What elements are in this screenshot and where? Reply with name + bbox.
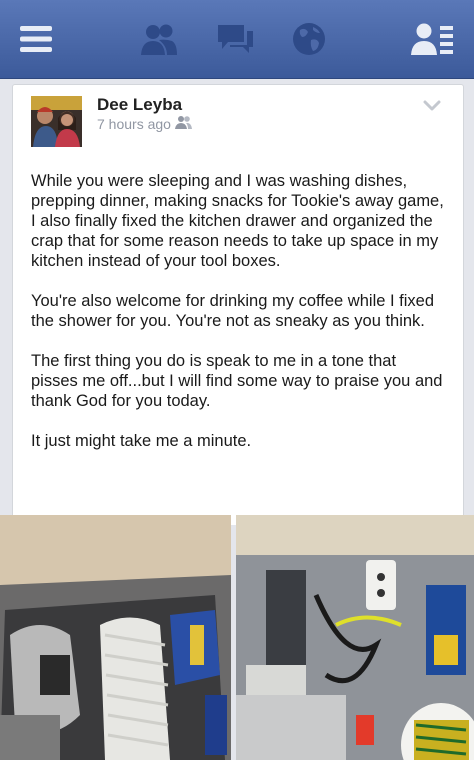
post-paragraph: It just might take me a minute.	[31, 432, 252, 450]
post-card: Dee Leyba 7 hours ago While you were sle…	[12, 84, 464, 525]
contacts-icon[interactable]	[406, 14, 458, 64]
post-photo[interactable]	[236, 515, 474, 760]
hamburger-menu-icon[interactable]	[14, 14, 58, 64]
post-body: While you were sleeping and I was washin…	[31, 171, 445, 471]
globe-icon[interactable]	[286, 14, 332, 64]
messages-icon[interactable]	[210, 14, 260, 64]
author-name[interactable]: Dee Leyba	[97, 95, 182, 115]
post-paragraph: You're also welcome for drinking my coff…	[31, 292, 435, 330]
friends-icon[interactable]	[134, 14, 184, 64]
post-photos	[0, 515, 474, 760]
post-paragraph: The first thing you do is speak to me in…	[31, 352, 443, 410]
post-paragraph: While you were sleeping and I was washin…	[31, 172, 444, 270]
chevron-down-icon[interactable]	[423, 99, 441, 117]
top-nav-bar	[0, 0, 474, 79]
post-photo[interactable]	[0, 515, 231, 760]
friends-audience-icon	[174, 115, 193, 132]
avatar[interactable]	[31, 96, 82, 147]
post-meta: 7 hours ago	[97, 115, 193, 132]
post-time[interactable]: 7 hours ago	[97, 116, 171, 132]
